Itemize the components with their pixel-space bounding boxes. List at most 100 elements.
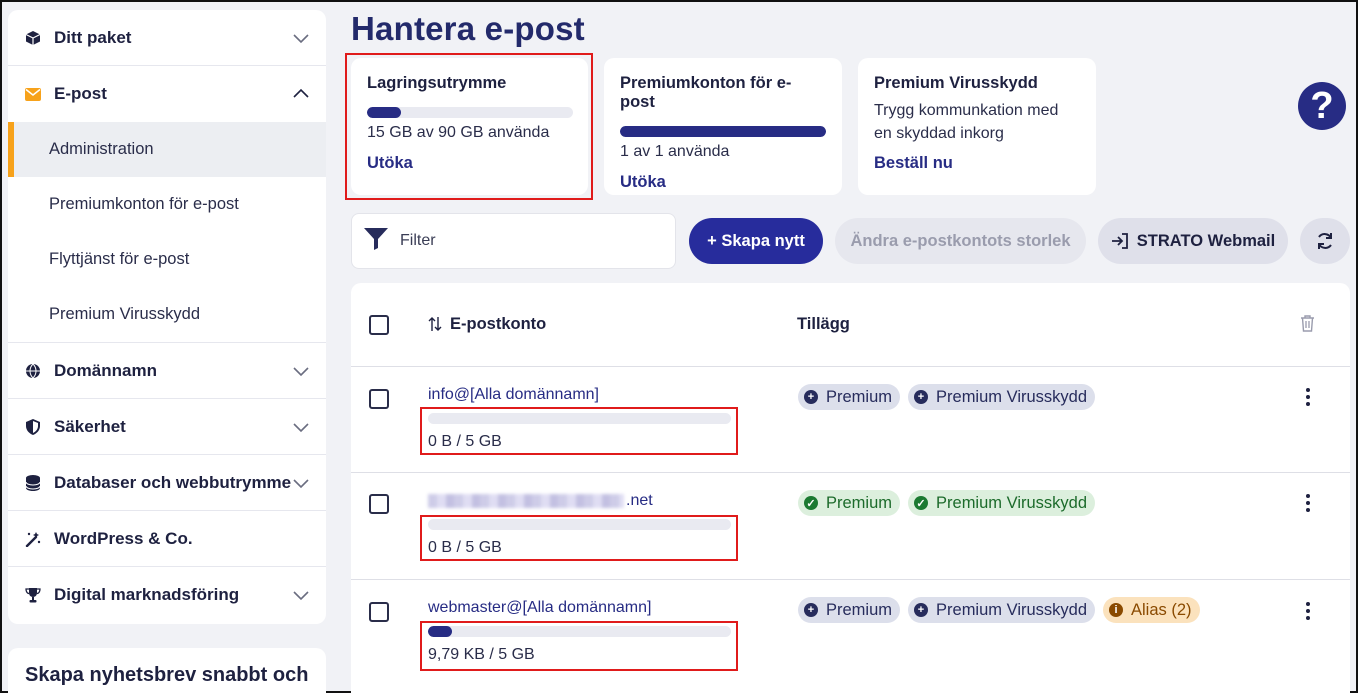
premium-progress-fill <box>620 126 826 137</box>
storage-card: Lagringsutrymme 15 GB av 90 GB använda U… <box>351 58 588 195</box>
usage-bar <box>428 413 731 424</box>
sidebar-item-sakerhet[interactable]: Säkerhet <box>8 399 326 455</box>
badge-premium-virus: + Premium Virusskydd <box>908 384 1096 410</box>
box-icon <box>24 29 42 47</box>
sidebar-item-marknadsforing[interactable]: Digital marknadsföring <box>8 567 326 623</box>
badge-alias-label: Alias (2) <box>1131 600 1192 619</box>
badge-premium-virus-label: Premium Virusskydd <box>936 493 1088 512</box>
badge-premium-virus: + Premium Virusskydd <box>908 597 1096 623</box>
storage-progress-fill <box>367 107 402 118</box>
chevron-down-icon <box>293 591 309 601</box>
sidebar-item-label: Ditt paket <box>54 27 132 47</box>
sidebar-item-domannamn[interactable]: Domännamn <box>8 343 326 399</box>
storage-card-title: Lagringsutrymme <box>367 74 507 92</box>
usage-text: 0 B / 5 GB <box>428 433 502 450</box>
badge-premium-virus-label: Premium Virusskydd <box>936 387 1088 406</box>
table-row: webmaster@[Alla domännamn] 9,79 KB / 5 G… <box>351 580 1350 693</box>
row-menu-icon[interactable] <box>1304 602 1312 620</box>
table-row: info@[Alla domännamn] 0 B / 5 GB + Premiu… <box>351 367 1350 473</box>
envelope-icon <box>24 85 42 103</box>
storage-expand-link[interactable]: Utöka <box>367 154 572 173</box>
table-header: E-postkonto Tillägg <box>351 283 1350 367</box>
premium-expand-link[interactable]: Utöka <box>620 173 826 192</box>
premium-accounts-card: Premiumkonton för e-post 1 av 1 använda … <box>604 58 842 195</box>
addon-badges: ✓ Premium ✓ Premium Virusskydd <box>798 490 1096 516</box>
sidebar-item-databaser[interactable]: Databaser och webbutrymme <box>8 455 326 511</box>
promo-card[interactable]: Skapa nyhetsbrev snabbt och <box>8 648 326 693</box>
promo-title: Skapa nyhetsbrev snabbt och <box>25 664 309 686</box>
virus-order-link[interactable]: Beställ nu <box>874 154 1080 173</box>
table-row: .net 0 B / 5 GB ✓ Premium ✓ Premium Viruss… <box>351 473 1350 580</box>
badge-premium-virus-label: Premium Virusskydd <box>936 600 1088 619</box>
chevron-down-icon <box>293 422 309 432</box>
sidebar-item-label: Säkerhet <box>54 416 126 436</box>
badge-premium-label: Premium <box>826 600 893 619</box>
trash-icon[interactable] <box>1300 315 1315 337</box>
sidebar-subitem-administration[interactable]: Administration <box>8 122 326 177</box>
storage-progress-bar <box>367 107 573 118</box>
column-header-account[interactable]: E-postkonto <box>450 315 546 334</box>
email-accounts-table: E-postkonto Tillägg info@[Alla domännamn… <box>351 283 1350 693</box>
usage-bar <box>428 519 731 530</box>
select-all-checkbox[interactable] <box>369 315 389 335</box>
chevron-down-icon <box>293 478 309 488</box>
row-checkbox[interactable] <box>369 602 389 622</box>
email-domain-suffix: .net <box>626 492 653 509</box>
row-checkbox[interactable] <box>369 494 389 514</box>
filter-input[interactable] <box>400 232 650 250</box>
sidebar-item-label: Databaser och webbutrymme <box>54 472 292 492</box>
badge-alias[interactable]: i Alias (2) <box>1103 597 1200 623</box>
create-new-button[interactable]: + Skapa nytt <box>689 218 823 264</box>
sidebar-subitem-premium-virus[interactable]: Premium Virusskydd <box>8 287 326 342</box>
badge-premium: + Premium <box>798 597 901 623</box>
email-address-redacted[interactable]: .net <box>428 492 653 510</box>
sidebar-group-email: E-post Administration Premiumkonton för … <box>8 66 326 343</box>
premium-progress-bar <box>620 126 826 137</box>
virus-card-title: Premium Virusskydd <box>874 74 1038 92</box>
badge-premium-virus-active: ✓ Premium Virusskydd <box>908 490 1096 516</box>
plus-icon: + <box>804 390 818 404</box>
column-header-addons: Tillägg <box>797 315 850 333</box>
database-icon <box>24 474 42 492</box>
plus-icon: + <box>914 603 929 617</box>
badge-premium-label: Premium <box>826 493 893 512</box>
redacted-text <box>428 493 624 508</box>
info-icon: i <box>1109 603 1124 617</box>
webmail-label: STRATO Webmail <box>1136 231 1276 250</box>
sidebar-subitem-premium-accounts[interactable]: Premiumkonton för e-post <box>8 177 326 232</box>
resize-account-button[interactable]: Ändra e-postkontots storlek <box>835 218 1086 264</box>
trophy-icon <box>24 586 42 604</box>
row-menu-icon[interactable] <box>1304 388 1312 406</box>
addon-badges: + Premium + Premium Virusskydd i Alias (2) <box>798 597 1200 623</box>
email-address[interactable]: webmaster@[Alla domännamn] <box>428 599 651 617</box>
addon-badges: + Premium + Premium Virusskydd <box>798 384 1096 410</box>
sidebar-item-wordpress[interactable]: WordPress & Co. <box>8 511 326 567</box>
badge-premium-label: Premium <box>826 387 893 406</box>
chevron-up-icon <box>293 88 309 98</box>
virus-card-desc-line2: en skyddad inkorg <box>874 125 1004 142</box>
refresh-icon <box>1318 233 1332 249</box>
usage-text: 0 B / 5 GB <box>428 539 502 556</box>
refresh-button[interactable] <box>1300 218 1350 264</box>
sidebar-item-ditt-paket[interactable]: Ditt paket <box>8 10 326 66</box>
chevron-down-icon <box>293 33 309 43</box>
email-address[interactable]: info@[Alla domännamn] <box>428 386 599 404</box>
login-arrow-icon <box>1111 233 1128 249</box>
sidebar: Ditt paket E-post Administration Premium… <box>8 10 326 624</box>
row-menu-icon[interactable] <box>1304 494 1312 512</box>
virus-card-desc: Trygg kommunkation med en skyddad inkorg <box>874 99 1080 145</box>
sidebar-subitem-migration[interactable]: Flyttjänst för e-post <box>8 232 326 287</box>
row-checkbox[interactable] <box>369 389 389 409</box>
usage-bar <box>428 626 731 637</box>
filter-box[interactable] <box>351 213 676 269</box>
webmail-button[interactable]: STRATO Webmail <box>1098 218 1288 264</box>
premium-usage: 1 av 1 använda <box>620 143 730 160</box>
sort-icon[interactable] <box>428 316 442 337</box>
storage-usage: 15 GB av 90 GB använda <box>367 124 550 141</box>
filter-icon <box>364 227 388 255</box>
badge-premium: + Premium <box>798 384 901 410</box>
help-icon[interactable]: ? <box>1298 82 1346 130</box>
shield-icon <box>24 418 42 436</box>
sidebar-item-e-post[interactable]: E-post <box>8 66 326 122</box>
usage-fill <box>428 626 453 637</box>
